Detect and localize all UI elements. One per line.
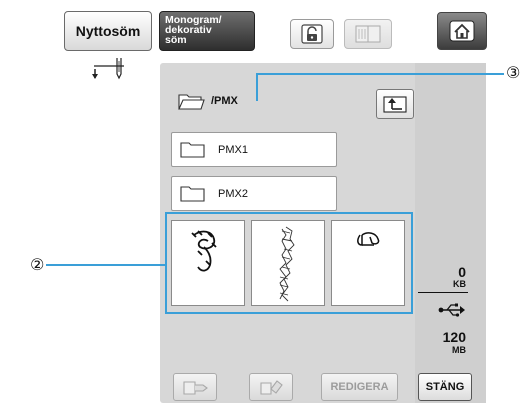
callout-label-3: ③ (506, 65, 521, 82)
home-button[interactable] (437, 12, 487, 50)
manual-button[interactable] (344, 19, 392, 49)
utility-stitch-tab[interactable]: Nyttosöm (64, 11, 152, 51)
total-memory-value: 120 (442, 329, 466, 345)
memory-divider (418, 292, 468, 293)
parent-folder-button[interactable] (376, 89, 414, 119)
transfer-button[interactable] (173, 373, 217, 401)
close-button[interactable]: STÄNG (418, 373, 472, 401)
folder-item-pmx1[interactable]: PMX1 (171, 132, 337, 167)
callout-line-3 (256, 73, 504, 75)
folder-up-icon (383, 96, 407, 113)
close-button-label: STÄNG (425, 381, 465, 393)
edit-button-label: REDIGERA (330, 381, 389, 393)
usb-icon (438, 303, 465, 317)
monogram-tab-line-3: söm (165, 34, 187, 46)
folder-icon (180, 185, 205, 202)
callout-line-2 (46, 264, 166, 266)
home-icon (449, 20, 475, 42)
send-to-machine-icon (183, 381, 208, 395)
eraser-icon (260, 380, 283, 395)
pattern-1-preview-icon (191, 230, 217, 272)
callout-line-3-drop (256, 73, 258, 101)
total-memory-unit: MB (452, 345, 466, 355)
folder-label: PMX1 (218, 143, 248, 156)
pattern-3-preview-icon (357, 232, 380, 246)
pattern-thumbnail-2[interactable] (251, 220, 325, 306)
folder-icon (180, 141, 205, 158)
callout-label-2: ② (30, 257, 45, 274)
folder-label: PMX2 (218, 187, 248, 200)
folder-item-pmx2[interactable]: PMX2 (171, 176, 337, 211)
edit-button[interactable]: REDIGERA (321, 373, 398, 401)
pattern-2-preview-icon (279, 226, 295, 302)
delete-button[interactable] (249, 373, 293, 401)
needle-position-icon (92, 58, 124, 80)
current-path-text: /PMX (211, 95, 238, 107)
book-icon (355, 25, 381, 43)
open-folder-icon (178, 94, 205, 110)
current-path: /PMX (177, 91, 238, 111)
used-memory-value: 0 (458, 264, 466, 280)
used-memory-unit: KB (453, 279, 466, 289)
pattern-thumbnail-1[interactable] (171, 220, 245, 306)
lock-icon (301, 24, 323, 44)
lock-button[interactable] (290, 19, 334, 49)
utility-stitch-tab-label: Nyttosöm (75, 23, 141, 39)
monogram-decorative-tab[interactable]: Monogram/ dekorativ söm (159, 11, 255, 51)
pattern-thumbnail-3[interactable] (331, 220, 405, 306)
